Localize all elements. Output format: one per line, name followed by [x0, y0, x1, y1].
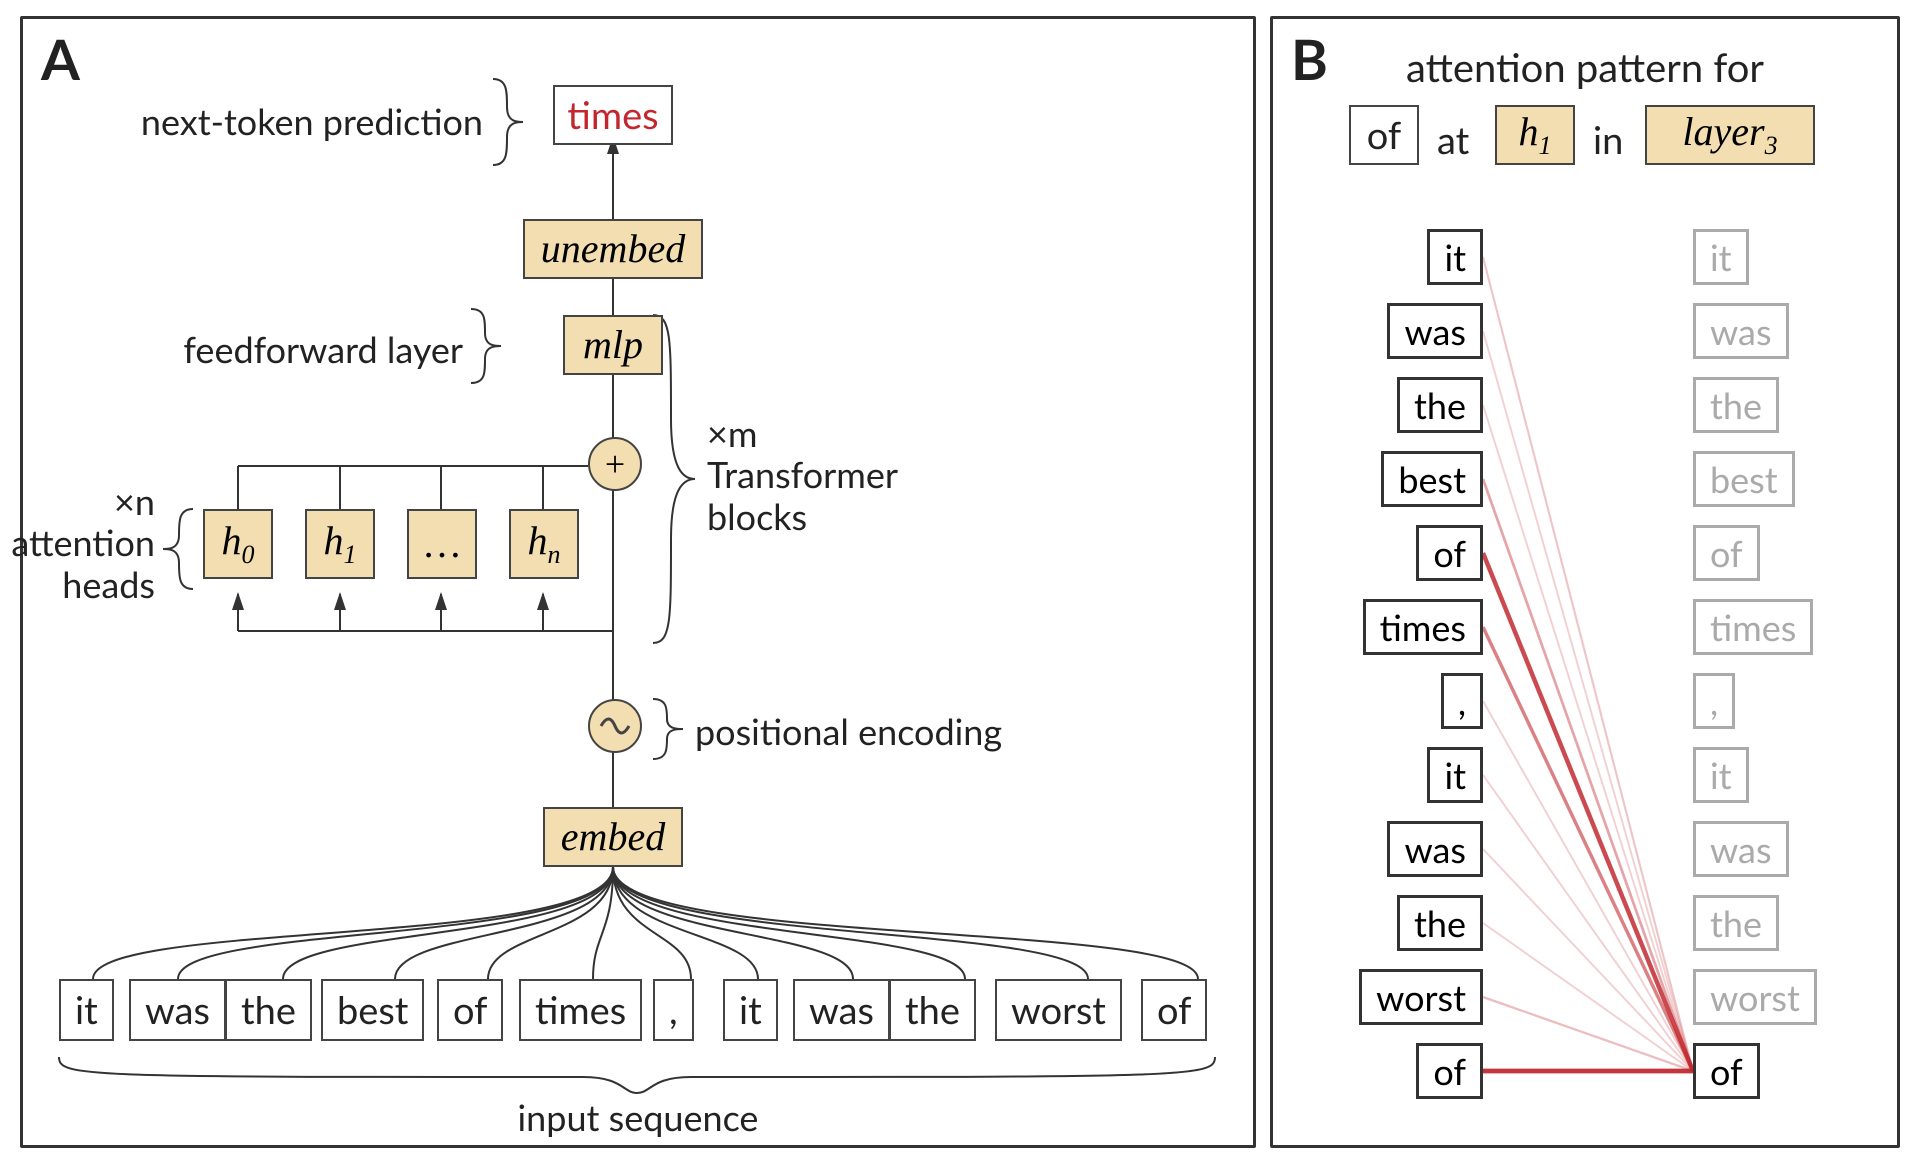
attn-left-token: best — [1381, 451, 1483, 507]
attn-right-token: it — [1693, 229, 1749, 285]
attn-left-token: was — [1387, 303, 1483, 359]
attn-right-token: the — [1693, 895, 1779, 951]
attn-right-token: worst — [1693, 969, 1817, 1025]
caption-pos-enc: positional encoding — [695, 709, 1055, 753]
tb-label-2: blocks — [707, 494, 807, 538]
input-token: of — [437, 979, 503, 1041]
attn-right-token: it — [1693, 747, 1749, 803]
target-of-box: of — [1693, 1043, 1760, 1099]
title-token-of: of — [1349, 105, 1419, 165]
pos-enc-node — [588, 699, 642, 753]
panel-b: B attention pattern for of at h1 in laye… — [1270, 16, 1900, 1148]
attn-left-token: of — [1416, 525, 1483, 581]
panel-a-lines — [23, 19, 1253, 1145]
embed-box: embed — [543, 807, 683, 867]
head-n: hn — [509, 509, 579, 579]
title-h1: h1 — [1495, 105, 1575, 165]
attn-right-token: was — [1693, 821, 1789, 877]
xn-label: ×n — [114, 479, 155, 523]
caption-next-token: next-token prediction — [93, 99, 483, 143]
input-token: , — [653, 979, 694, 1041]
predicted-token-box: times — [553, 85, 673, 145]
attn-right-token: was — [1693, 303, 1789, 359]
attn-left-token: , — [1441, 673, 1483, 729]
plus-node: + — [588, 437, 642, 491]
tb-label-1: Transformer — [707, 452, 898, 496]
input-token: worst — [995, 979, 1122, 1041]
input-token: it — [723, 979, 778, 1041]
input-token: was — [793, 979, 890, 1041]
attn-left-token: of — [1416, 1043, 1483, 1099]
attn-left-token: it — [1427, 229, 1483, 285]
input-token: the — [889, 979, 976, 1041]
attn-left-token: it — [1427, 747, 1483, 803]
attn-left-token: times — [1363, 599, 1483, 655]
attn-right-token: times — [1693, 599, 1813, 655]
head-0: h0 — [203, 509, 273, 579]
title-at: at — [1437, 117, 1469, 163]
attn-right-token: of — [1693, 525, 1760, 581]
attn-left-token: worst — [1359, 969, 1483, 1025]
attn-label-2: heads — [62, 562, 155, 606]
mlp-box: mlp — [563, 315, 663, 375]
attn-label-1: attention — [11, 520, 155, 564]
sine-icon — [599, 710, 631, 742]
xm-label: ×m — [707, 411, 758, 455]
input-token: best — [321, 979, 424, 1041]
head-1: h1 — [305, 509, 375, 579]
attn-right-token: the — [1693, 377, 1779, 433]
title-in: in — [1593, 117, 1623, 163]
figure-root: A — [0, 0, 1920, 1159]
attn-left-token: the — [1397, 377, 1483, 433]
caption-mlp: feedforward layer — [133, 327, 463, 371]
input-token: times — [519, 979, 642, 1041]
panel-a-label: A — [41, 25, 80, 92]
input-token: was — [129, 979, 226, 1041]
caption-attention-heads: ×n attention heads — [0, 481, 155, 605]
panel-b-title: attention pattern for — [1273, 43, 1897, 91]
input-token: the — [225, 979, 312, 1041]
caption-transformer-blocks: ×m Transformer blocks — [707, 413, 967, 537]
panel-a: A — [20, 16, 1256, 1148]
attn-right-token: , — [1693, 673, 1735, 729]
attn-left-token: the — [1397, 895, 1483, 951]
attn-right-token: best — [1693, 451, 1795, 507]
input-token: of — [1141, 979, 1207, 1041]
title-layer3: layer3 — [1645, 105, 1815, 165]
attn-left-token: was — [1387, 821, 1483, 877]
caption-input-seq: input sequence — [23, 1095, 1253, 1139]
head-dots: … — [407, 509, 477, 579]
unembed-box: unembed — [523, 219, 703, 279]
input-token: it — [59, 979, 114, 1041]
